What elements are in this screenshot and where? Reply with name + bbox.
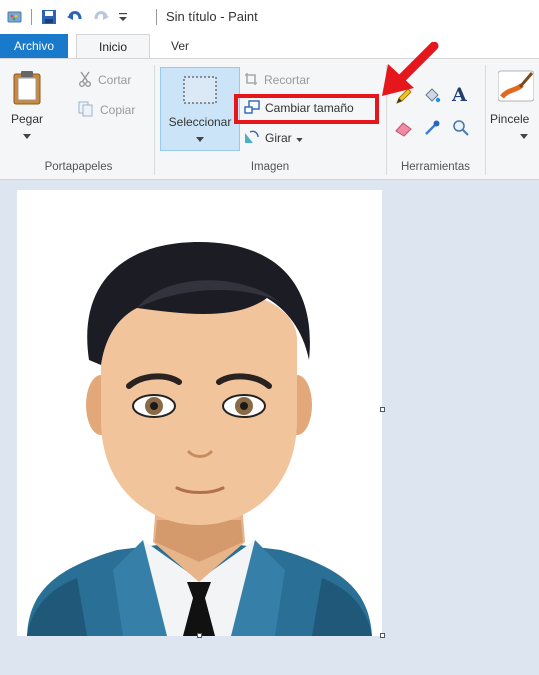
rotate-dropdown-icon bbox=[295, 131, 303, 145]
undo-icon[interactable] bbox=[66, 8, 84, 26]
tools-group-label: Herramientas bbox=[400, 161, 471, 173]
brushes-dropdown-icon bbox=[520, 128, 528, 142]
resize-handle-bottom[interactable] bbox=[197, 633, 202, 638]
crop-button[interactable]: Recortar bbox=[244, 71, 310, 89]
image-group-label: Imagen bbox=[250, 161, 290, 173]
select-button[interactable]: Seleccionar bbox=[160, 67, 240, 151]
copy-icon bbox=[78, 101, 94, 120]
brush-icon bbox=[497, 69, 535, 106]
paste-label: Pegar bbox=[10, 112, 44, 126]
tab-archivo[interactable]: Archivo bbox=[0, 34, 68, 58]
text-tool-icon[interactable]: A bbox=[452, 84, 472, 106]
window-title: Sin título - Paint bbox=[166, 9, 258, 24]
copy-button[interactable]: Copiar bbox=[78, 101, 135, 119]
paint-app-icon[interactable] bbox=[6, 8, 24, 26]
color-picker-icon[interactable] bbox=[423, 119, 441, 137]
crop-label: Recortar bbox=[264, 73, 311, 87]
clipboard-icon bbox=[10, 69, 44, 108]
select-label: Seleccionar bbox=[168, 115, 232, 129]
annotation-highlight-box bbox=[234, 94, 379, 124]
selection-rectangle-icon bbox=[181, 74, 219, 109]
cut-label: Cortar bbox=[98, 73, 132, 87]
customize-dropdown-icon[interactable] bbox=[116, 10, 130, 24]
crop-icon bbox=[244, 72, 258, 89]
rotate-button[interactable]: Girar bbox=[244, 129, 303, 147]
paste-button[interactable]: Pegar bbox=[4, 69, 50, 159]
resize-handle-right[interactable] bbox=[380, 407, 385, 412]
brushes-label: Pincele bbox=[490, 112, 530, 126]
paste-dropdown-icon bbox=[23, 128, 31, 142]
save-icon[interactable] bbox=[40, 8, 58, 26]
rotate-label: Girar bbox=[265, 131, 292, 145]
annotation-arrow-icon bbox=[378, 41, 440, 100]
brushes-button[interactable]: Pincele bbox=[488, 69, 539, 159]
magnifier-icon[interactable] bbox=[452, 119, 470, 137]
copy-label: Copiar bbox=[100, 103, 136, 117]
tab-ver[interactable]: Ver bbox=[150, 34, 210, 58]
scissors-icon bbox=[78, 71, 92, 90]
clipboard-group-label: Portapapeles bbox=[44, 161, 113, 173]
cut-button[interactable]: Cortar bbox=[78, 71, 131, 89]
resize-handle-corner[interactable] bbox=[380, 633, 385, 638]
title-bar: Sin título - Paint bbox=[0, 0, 539, 34]
ribbon-tabs: Archivo Inicio Ver bbox=[0, 34, 539, 58]
rotate-icon bbox=[244, 130, 260, 147]
canvas-workspace[interactable] bbox=[0, 180, 539, 675]
drawing-canvas[interactable] bbox=[17, 190, 382, 636]
tab-inicio[interactable]: Inicio bbox=[76, 34, 150, 58]
avatar-illustration bbox=[27, 242, 372, 636]
redo-icon[interactable] bbox=[92, 8, 110, 26]
select-dropdown-icon bbox=[196, 131, 204, 145]
eraser-icon[interactable] bbox=[395, 119, 413, 137]
